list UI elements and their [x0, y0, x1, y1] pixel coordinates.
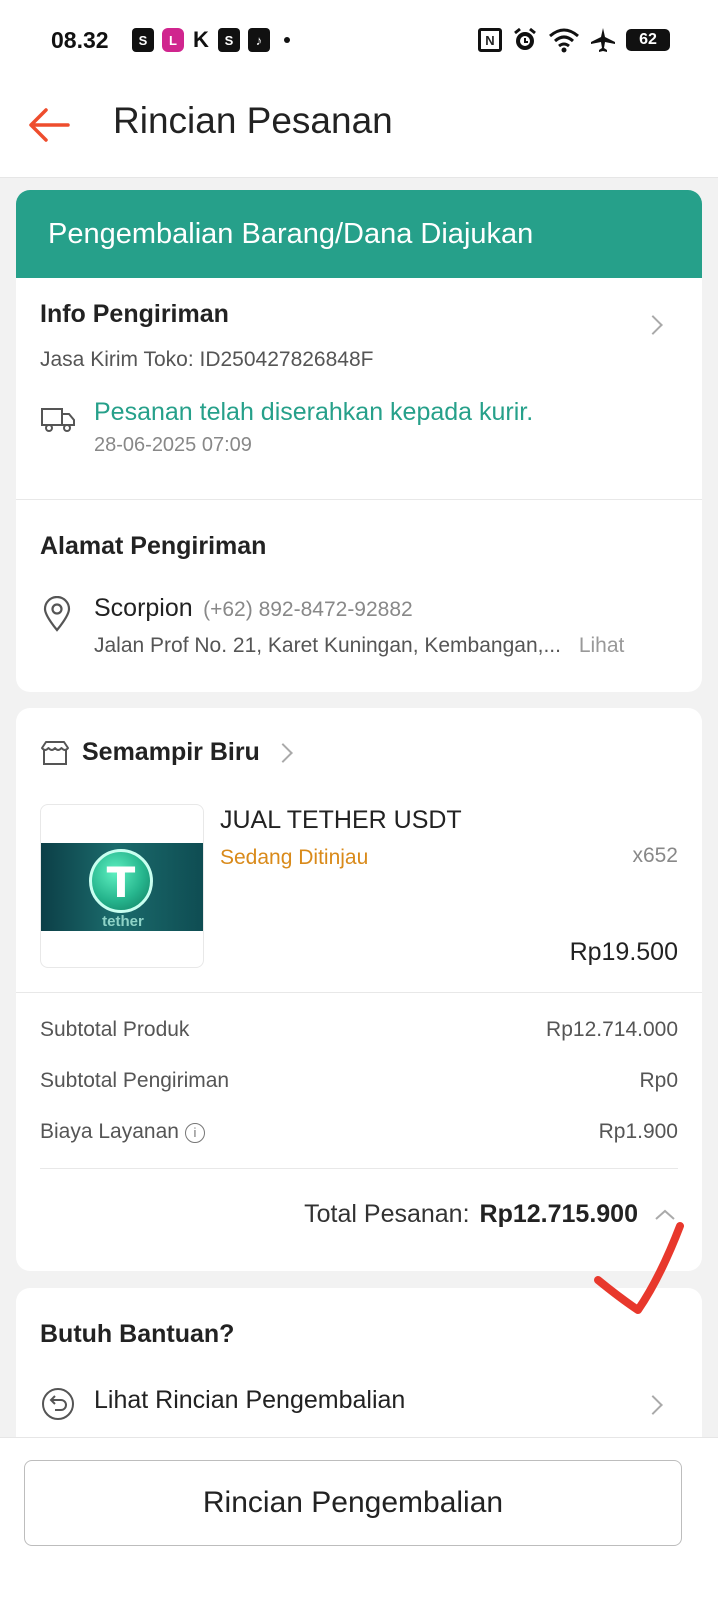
view-return-details-row[interactable]: Lihat Rincian Pengembalian — [16, 1380, 702, 1430]
app-header: Rincian Pesanan — [0, 80, 718, 178]
address-line-row: Jalan Prof No. 21, Karet Kuningan, Kemba… — [94, 634, 624, 658]
kredivo-icon: K — [193, 27, 209, 52]
summary-value: Rp0 — [639, 1069, 678, 1092]
summary-label: Subtotal Produk — [40, 1018, 190, 1041]
shipping-address-section: Alamat Pengiriman Scorpion (+62) 892-847… — [16, 500, 702, 692]
summary-label: Subtotal Pengiriman — [40, 1069, 230, 1092]
alarm-icon — [514, 27, 536, 50]
info-icon[interactable]: i — [184, 1123, 205, 1143]
recipient-line: Scorpion (+62) 892-8472-92882 — [94, 594, 413, 623]
shipping-status-text: Pesanan telah diserahkan kepada kurir. — [94, 398, 534, 426]
bottom-action-bar: Rincian Pengembalian — [0, 1437, 718, 1599]
checkmark-annotation — [594, 1222, 684, 1314]
view-return-details-label: Lihat Rincian Pengembalian — [94, 1386, 406, 1414]
recipient-name: Scorpion — [94, 594, 193, 622]
product-name: JUAL TETHER USDT — [220, 806, 462, 834]
tether-logo: T — [89, 849, 153, 913]
store-name: Semampir Biru — [82, 738, 260, 766]
shipping-status-date: 28-06-2025 07:09 — [94, 434, 252, 456]
airplane-mode-icon — [591, 28, 615, 52]
store-header[interactable]: Semampir Biru — [40, 738, 293, 767]
lazada-icon: L — [162, 28, 184, 52]
chevron-right-icon — [272, 742, 293, 763]
order-status-card: Pengembalian Barang/Dana Diajukan Info P… — [16, 190, 702, 692]
status-bar: 08.32 S L K S ♪ N 62 — [0, 0, 718, 80]
store-icon — [41, 740, 69, 765]
shipping-info-title: Info Pengiriman — [40, 300, 229, 328]
page-title: Rincian Pesanan — [113, 100, 393, 141]
summary-row: Subtotal Produk Rp12.714.000 — [40, 1018, 678, 1069]
product-quantity: x652 — [632, 844, 678, 867]
truck-icon — [41, 408, 75, 432]
product-thumbnail: T tether — [40, 804, 204, 968]
help-title: Butuh Bantuan? — [40, 1320, 235, 1348]
status-time: 08.32 — [51, 27, 109, 53]
product-review-status: Sedang Ditinjau — [220, 846, 369, 869]
divider — [16, 992, 702, 993]
more-notifications-dot — [284, 37, 290, 43]
shipping-info-section[interactable]: Info Pengiriman Jasa Kirim Toko: ID25042… — [16, 278, 702, 500]
chevron-right-icon — [643, 1395, 663, 1415]
shopee-icon: S — [132, 28, 154, 52]
thumbnail-label: tether — [102, 913, 144, 930]
recipient-phone: (+62) 892-8472-92882 — [203, 598, 413, 621]
summary-value: Rp12.714.000 — [546, 1018, 678, 1041]
order-items-card: Semampir Biru T tether JUAL TETHER USDT … — [16, 708, 702, 1271]
return-icon — [42, 1388, 74, 1420]
status-banner: Pengembalian Barang/Dana Diajukan — [16, 190, 702, 278]
wifi-icon — [549, 28, 579, 53]
summary-value: Rp1.900 — [598, 1120, 678, 1143]
shopee-icon: S — [218, 28, 240, 52]
order-summary: Subtotal Produk Rp12.714.000 Subtotal Pe… — [40, 1018, 678, 1171]
address-title: Alamat Pengiriman — [40, 532, 267, 560]
return-details-button[interactable]: Rincian Pengembalian — [24, 1460, 682, 1546]
divider — [40, 1168, 678, 1169]
courier-tracking-number: Jasa Kirim Toko: ID250427826848F — [40, 348, 374, 371]
system-icons: N 62 — [478, 27, 670, 53]
battery-indicator: 62 — [626, 29, 670, 51]
address-line: Jalan Prof No. 21, Karet Kuningan, Kemba… — [94, 634, 561, 657]
product-price: Rp19.500 — [569, 938, 678, 966]
notification-icons: S L K S ♪ — [132, 27, 290, 52]
summary-label: Biaya Layanan — [40, 1120, 179, 1143]
nfc-icon: N — [478, 28, 502, 52]
summary-row: Biaya Layanan i Rp1.900 — [40, 1120, 678, 1171]
product-item[interactable]: T tether JUAL TETHER USDT Sedang Ditinja… — [16, 802, 702, 992]
total-label: Total Pesanan: — [304, 1200, 470, 1228]
tiktok-shop-icon: ♪ — [248, 28, 270, 52]
chevron-right-icon — [643, 315, 663, 335]
see-address-link[interactable]: Lihat — [579, 634, 625, 657]
back-arrow-icon[interactable] — [24, 100, 74, 150]
location-pin-icon — [43, 596, 71, 632]
summary-row: Subtotal Pengiriman Rp0 — [40, 1069, 678, 1120]
